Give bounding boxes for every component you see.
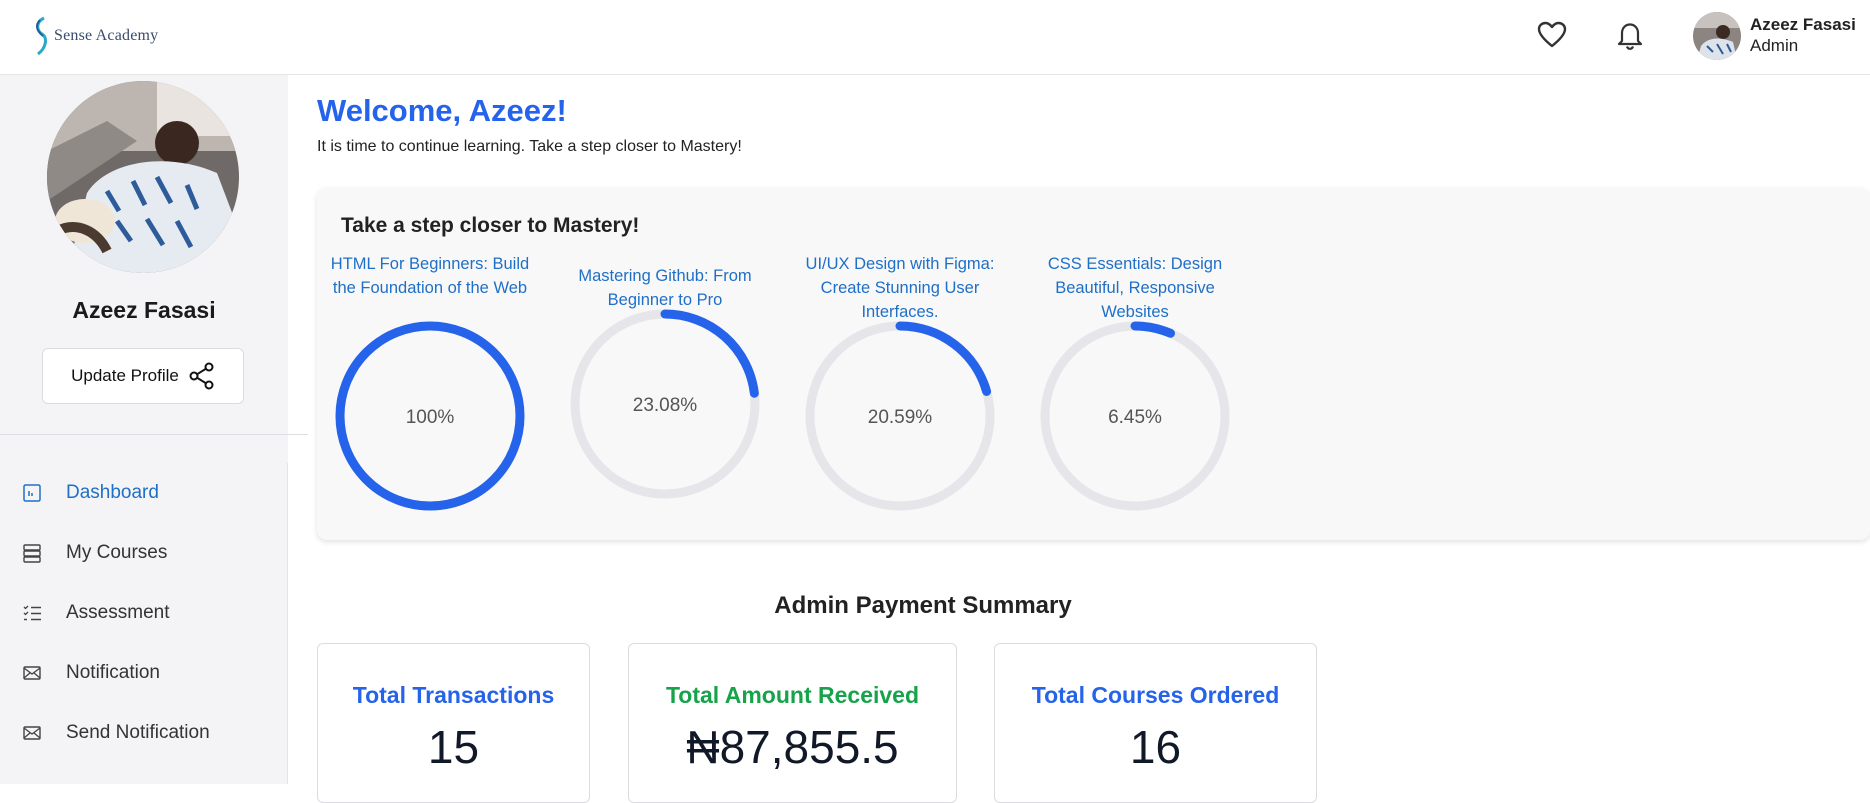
sidebar-item-my-courses[interactable]: My Courses (0, 523, 288, 583)
stat-label: Total Amount Received (665, 682, 920, 708)
update-profile-label: Update Profile (71, 366, 179, 385)
sidebar-item-dashboard[interactable]: Dashboard (0, 463, 288, 523)
avatar-image (1693, 12, 1741, 60)
progress-label: 20.59% (868, 407, 933, 428)
bell-icon (1617, 23, 1643, 50)
payment-summary-title: Admin Payment Summary (774, 592, 1072, 619)
logo[interactable]: Sense Academy (30, 14, 158, 58)
logo-mark-icon (36, 16, 47, 56)
stat-value: 16 (1129, 721, 1182, 773)
main-content: Welcome, Azeez! It is time to continue l… (288, 75, 1870, 803)
sidebar-item-label: Assessment (66, 602, 170, 623)
profile-name: Azeez Fasasi (72, 297, 216, 323)
progress-label: 100% (406, 407, 455, 428)
share-icon (189, 362, 214, 390)
sidebar-divider (0, 434, 308, 435)
profile-avatar (47, 81, 239, 273)
progress-ring: 20.59% (805, 321, 995, 511)
course-title: Mastering Github: From Beginner to Pro (578, 267, 752, 309)
progress-label: 6.45% (1108, 407, 1162, 428)
mail-icon (23, 666, 41, 680)
header-avatar[interactable] (1693, 12, 1741, 60)
stat-value: 15 (427, 721, 480, 773)
top-header: Sense Academy Azeez Fasasi Admin (0, 0, 1870, 75)
courses-icon (23, 544, 41, 563)
mail-icon (23, 726, 41, 740)
course-progress-card[interactable]: UI/UX Design with Figma: Create Stunning… (800, 252, 1000, 516)
stat-card-transactions: Total Transactions 15 (317, 643, 590, 803)
sidebar-item-label: Dashboard (66, 482, 159, 503)
sidebar-item-label: Notification (66, 662, 160, 683)
stat-card-amount: Total Amount Received ₦87,855.5 (628, 643, 957, 803)
sidebar-item-label: Send Notification (66, 722, 210, 743)
header-user-role: Admin (1750, 36, 1799, 55)
course-title: HTML For Beginners: Build the Foundation… (330, 255, 530, 297)
update-profile-button[interactable]: Update Profile (42, 348, 244, 404)
course-title: UI/UX Design with Figma: Create Stunning… (805, 255, 995, 321)
stat-label: Total Transactions (352, 682, 555, 708)
sidebar-item-assessment[interactable]: Assessment (0, 583, 288, 643)
sidebar-item-notification[interactable]: Notification (0, 643, 288, 703)
favorites-button[interactable] (1536, 19, 1568, 51)
course-progress-card[interactable]: HTML For Beginners: Build the Foundation… (330, 252, 530, 516)
heart-icon (1537, 21, 1567, 48)
page-subtitle: It is time to continue learning. Take a … (317, 138, 742, 155)
stat-label: Total Courses Ordered (1031, 682, 1280, 708)
progress-ring: 23.08% (570, 309, 760, 499)
mastery-card: Take a step closer to Mastery! HTML For … (317, 188, 1870, 540)
header-user-name: Azeez Fasasi (1750, 15, 1856, 34)
profile-photo (47, 81, 239, 273)
stat-card-courses: Total Courses Ordered 16 (994, 643, 1317, 803)
sidebar-nav: Dashboard My Courses Assessment Notifica… (0, 463, 288, 763)
dashboard-icon (23, 484, 41, 502)
notifications-button[interactable] (1614, 19, 1646, 51)
course-title: CSS Essentials: Design Beautiful, Respon… (1047, 255, 1223, 321)
sidebar-item-label: My Courses (66, 542, 168, 563)
progress-ring: 6.45% (1040, 321, 1230, 511)
logo-text: Sense Academy (54, 27, 159, 44)
course-progress-card[interactable]: Mastering Github: From Beginner to Pro 2… (565, 252, 765, 504)
stat-value: ₦87,855.5 (686, 721, 899, 773)
progress-label: 23.08% (633, 395, 698, 416)
sidebar: Azeez Fasasi Update Profile Dashboard My… (0, 75, 308, 784)
progress-ring: 100% (335, 321, 525, 511)
checklist-icon (23, 605, 41, 621)
course-progress-card[interactable]: CSS Essentials: Design Beautiful, Respon… (1035, 252, 1235, 516)
mastery-title: Take a step closer to Mastery! (341, 214, 640, 237)
page-title: Welcome, Azeez! (317, 93, 567, 128)
profile-panel: Azeez Fasasi Update Profile (0, 75, 288, 463)
sidebar-item-send-notification[interactable]: Send Notification (0, 703, 288, 763)
